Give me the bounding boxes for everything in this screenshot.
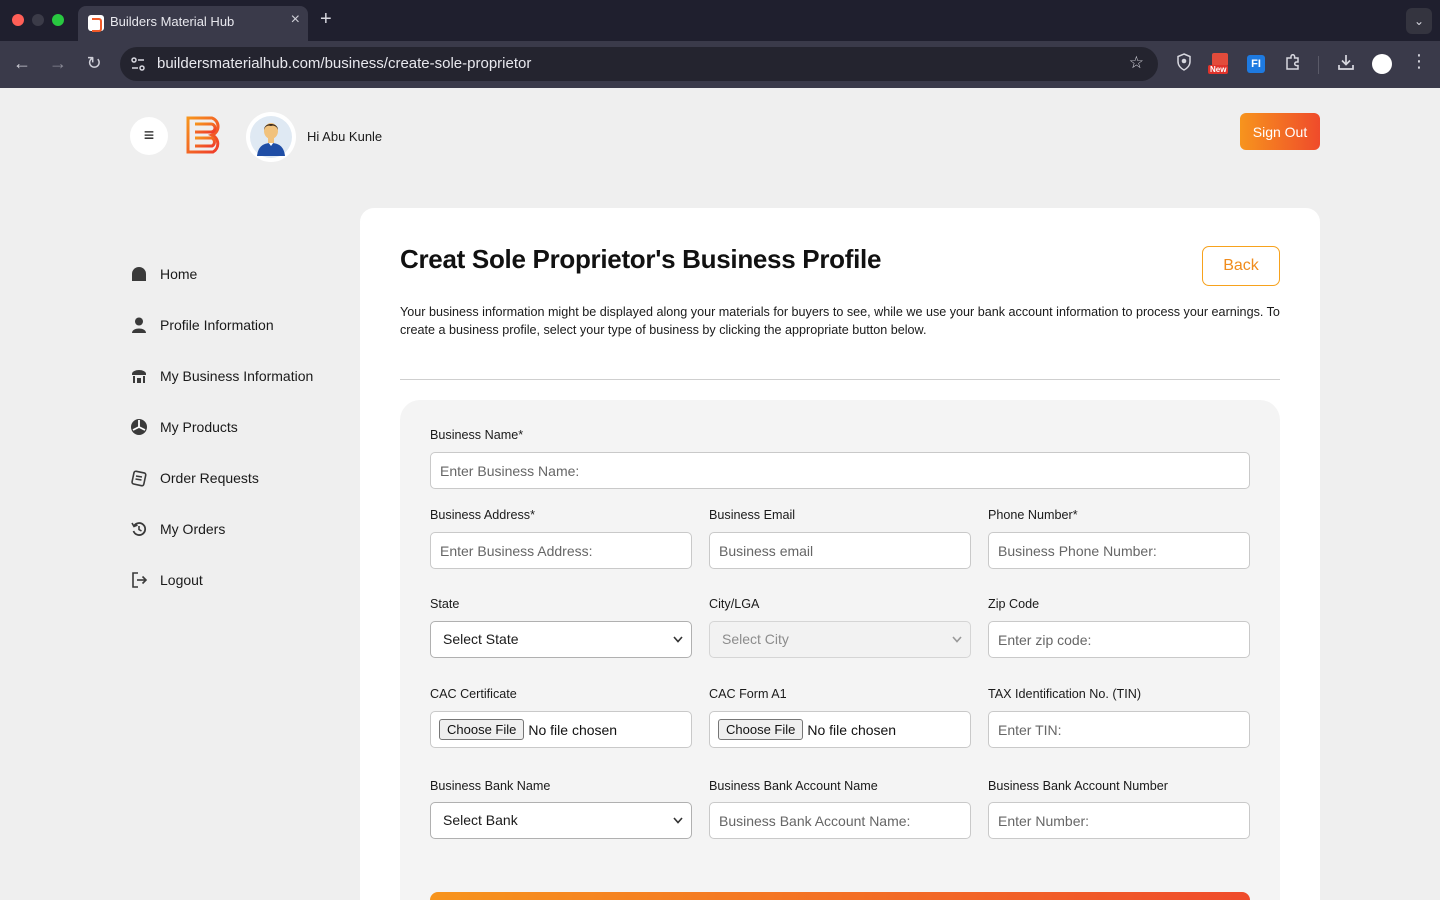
close-window-button[interactable]	[12, 14, 24, 26]
new-extension-icon[interactable]: New	[1208, 53, 1232, 75]
cac-certificate-file-input[interactable]: Choose File No file chosen	[430, 711, 692, 748]
forward-arrow-icon[interactable]: →	[46, 53, 70, 74]
intro-text: Your business information might be displ…	[400, 305, 1280, 337]
bank-select-value: Select Bank	[443, 812, 518, 828]
chevron-down-icon	[673, 622, 683, 672]
products-icon	[130, 418, 148, 436]
order-requests-icon	[130, 469, 148, 487]
minimize-window-button[interactable]	[32, 14, 44, 26]
address-bar[interactable]: buildersmaterialhub.com/business/create-…	[120, 47, 1158, 81]
builders-material-hub-logo[interactable]	[186, 116, 226, 154]
hamburger-menu-icon[interactable]: ≡	[130, 117, 168, 155]
zip-code-input[interactable]	[988, 621, 1250, 658]
page-title: Creat Sole Proprietor's Business Profile	[400, 244, 882, 274]
sidebar-item-label: Profile Information	[160, 316, 274, 333]
choose-file-button[interactable]: Choose File	[718, 719, 804, 740]
state-select-value: Select State	[443, 631, 519, 647]
tin-input[interactable]	[988, 711, 1250, 748]
business-name-label: Business Name*	[430, 428, 524, 442]
business-icon	[130, 367, 148, 385]
business-email-label: Business Email	[709, 508, 796, 522]
file-status: No file chosen	[807, 721, 897, 738]
tin-label: TAX Identification No. (TIN)	[988, 687, 1142, 701]
account-number-input[interactable]	[988, 802, 1250, 839]
sidebar-item-label: Order Requests	[160, 469, 259, 486]
choose-file-button[interactable]: Choose File	[439, 719, 525, 740]
url-text[interactable]: buildersmaterialhub.com/business/create-…	[157, 55, 531, 72]
business-profile-card: Creat Sole Proprietor's Business Profile…	[360, 208, 1320, 900]
site-favicon-icon	[88, 15, 104, 32]
business-name-input[interactable]	[430, 452, 1250, 489]
sidebar-nav: Home Profile Information My Business Inf…	[130, 248, 350, 605]
browser-tab[interactable]: Builders Material Hub ×	[78, 6, 308, 41]
tab-close-icon[interactable]: ×	[291, 11, 300, 29]
submit-button[interactable]	[430, 892, 1250, 900]
logout-icon	[130, 571, 148, 589]
chevron-down-icon	[952, 622, 962, 672]
fi-extension-icon[interactable]: FI	[1247, 55, 1265, 73]
business-address-input[interactable]	[430, 532, 692, 569]
sidebar-item-label: My Products	[160, 418, 238, 435]
reload-icon[interactable]: ↻	[82, 53, 106, 74]
sidebar-item-my-orders[interactable]: My Orders	[130, 503, 350, 554]
download-icon[interactable]	[1336, 53, 1356, 75]
user-avatar[interactable]	[246, 112, 296, 162]
maximize-window-button[interactable]	[52, 14, 64, 26]
city-select[interactable]: Select City	[709, 621, 971, 658]
city-select-value: Select City	[722, 631, 789, 647]
cac-form-file-input[interactable]: Choose File No file chosen	[709, 711, 971, 748]
site-settings-icon[interactable]	[130, 56, 146, 72]
bank-name-label: Business Bank Name	[430, 779, 551, 793]
sign-out-button[interactable]: Sign Out	[1240, 113, 1320, 150]
sidebar-item-label: My Business Information	[160, 367, 314, 384]
tab-title: Builders Material Hub	[110, 14, 235, 29]
sidebar-item-label: Home	[160, 265, 198, 282]
bank-name-select[interactable]: Select Bank	[430, 802, 692, 839]
sidebar-item-home[interactable]: Home	[130, 248, 350, 299]
zip-code-label: Zip Code	[988, 597, 1040, 611]
page: ≡ Hi Abu Kunle Sign Out Home Profile Inf…	[0, 88, 1440, 900]
new-tab-plus-icon[interactable]: +	[320, 8, 332, 31]
state-select[interactable]: Select State	[430, 621, 692, 658]
bookmark-star-icon[interactable]: ☆	[1129, 53, 1144, 73]
browser-menu-icon[interactable]: ⋮	[1410, 51, 1428, 73]
sidebar-item-profile-information[interactable]: Profile Information	[130, 299, 350, 350]
sidebar-item-my-products[interactable]: My Products	[130, 401, 350, 452]
tab-search-chevron-icon[interactable]: ⌄	[1406, 8, 1432, 34]
sidebar-item-label: Logout	[160, 571, 203, 588]
phone-number-input[interactable]	[988, 532, 1250, 569]
shield-extension-icon[interactable]	[1175, 53, 1193, 75]
account-name-label: Business Bank Account Name	[709, 779, 878, 793]
profile-avatar-icon[interactable]	[1372, 54, 1392, 74]
account-name-input[interactable]	[709, 802, 971, 839]
cac-form-label: CAC Form A1	[709, 687, 787, 701]
toolbar-divider	[1318, 56, 1319, 74]
account-number-label: Business Bank Account Number	[988, 779, 1168, 793]
business-email-input[interactable]	[709, 532, 971, 569]
phone-number-label: Phone Number*	[988, 508, 1078, 522]
sidebar-item-my-business-information[interactable]: My Business Information	[130, 350, 350, 401]
user-icon	[130, 316, 148, 334]
sidebar-item-order-requests[interactable]: Order Requests	[130, 452, 350, 503]
cac-certificate-label: CAC Certificate	[430, 687, 517, 701]
back-arrow-icon[interactable]: ←	[10, 53, 34, 74]
sidebar-item-logout[interactable]: Logout	[130, 554, 350, 605]
business-profile-form: Business Name* Business Address* Busines…	[400, 400, 1280, 900]
home-icon	[130, 265, 148, 283]
browser-tab-bar: Builders Material Hub × + ⌄	[0, 0, 1440, 41]
state-label: State	[430, 597, 460, 611]
back-button[interactable]: Back	[1202, 246, 1280, 286]
city-label: City/LGA	[709, 597, 760, 611]
user-greeting: Hi Abu Kunle	[307, 129, 383, 144]
business-address-label: Business Address*	[430, 508, 536, 522]
section-divider	[400, 379, 1280, 380]
browser-toolbar: ← → ↻ buildersmaterialhub.com/business/c…	[0, 41, 1440, 88]
chevron-down-icon	[673, 803, 683, 853]
extensions-puzzle-icon[interactable]	[1283, 53, 1303, 75]
my-orders-icon	[130, 520, 148, 538]
sidebar-item-label: My Orders	[160, 520, 226, 537]
file-status: No file chosen	[528, 721, 618, 738]
